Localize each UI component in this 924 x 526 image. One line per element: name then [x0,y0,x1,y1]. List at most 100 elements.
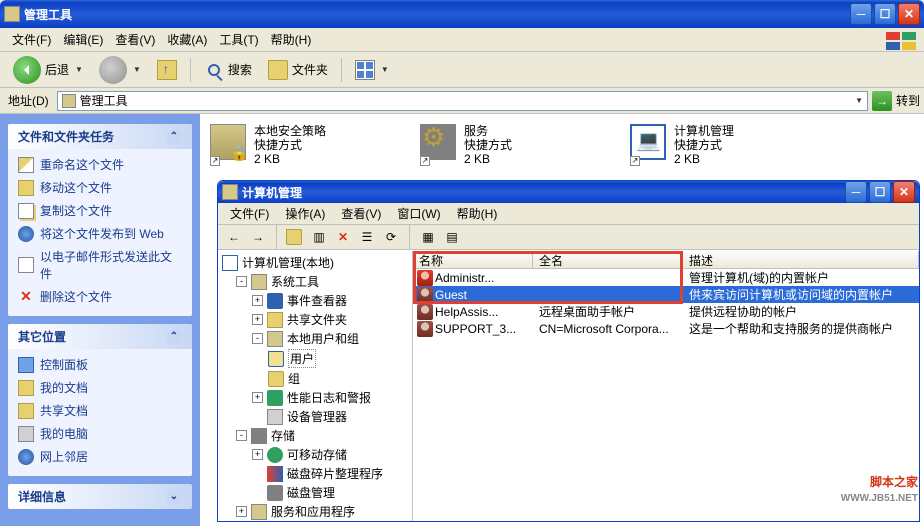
tree-users[interactable]: 用户 [220,348,410,369]
tb-up[interactable] [285,227,305,247]
copy-icon [18,203,34,219]
task-delete[interactable]: ✕删除这个文件 [18,285,182,308]
inner-maximize-button[interactable]: ☐ [869,181,891,203]
col-fullname[interactable]: 全名 [533,251,683,268]
user-row-administrator[interactable]: Administr... 管理计算机(域)的内置帐户 [413,269,919,286]
defrag-icon [267,466,283,482]
menu-edit[interactable]: 编辑(E) [57,29,109,50]
tree-shared-folders[interactable]: +共享文件夹 [220,310,410,329]
tb-show-hide[interactable]: ▥ [309,227,329,247]
computer-icon [222,255,238,271]
computer-icon [18,426,34,442]
search-button[interactable]: 搜索 [197,56,259,84]
folders-button[interactable]: 文件夹 [261,56,335,84]
user-row-guest[interactable]: Guest 供来宾访问计算机或访问域的内置帐户 [413,286,919,303]
expand-icon[interactable]: + [252,449,263,460]
inner-minimize-button[interactable]: ─ [845,181,867,203]
col-description[interactable]: 描述 [683,251,919,268]
tree-performance[interactable]: +性能日志和警报 [220,388,410,407]
maximize-button[interactable]: ☐ [874,3,896,25]
address-input[interactable]: 管理工具 ▼ [57,91,868,111]
tree-system-tools[interactable]: -系统工具 [220,272,410,291]
menu-view[interactable]: 查看(V) [109,29,161,50]
menu-favorites[interactable]: 收藏(A) [161,29,213,50]
inner-menu-window[interactable]: 窗口(W) [389,203,448,224]
tree-device-manager[interactable]: 设备管理器 [220,407,410,426]
place-control-panel[interactable]: 控制面板 [18,353,182,376]
tree-disk-mgmt[interactable]: 磁盘管理 [220,483,410,502]
go-button[interactable]: → [872,91,892,111]
inner-menu-help[interactable]: 帮助(H) [449,203,506,224]
back-button[interactable]: 后退▼ [6,56,90,84]
tb-delete[interactable]: ✕ [333,227,353,247]
expand-icon[interactable]: + [236,506,247,517]
device-icon [267,409,283,425]
tree-services-apps[interactable]: +服务和应用程序 [220,502,410,521]
computer-management-window: 计算机管理 ─ ☐ ✕ 文件(F) 操作(A) 查看(V) 窗口(W) 帮助(H… [217,180,920,522]
chevron-down-icon[interactable]: ▼ [855,96,863,105]
expand-icon[interactable]: + [252,314,263,325]
tree-event-viewer[interactable]: +事件查看器 [220,291,410,310]
tree-removable[interactable]: +可移动存储 [220,445,410,464]
chevron-down-icon: ▼ [381,65,389,74]
network-icon [18,449,34,465]
task-move[interactable]: 移动这个文件 [18,176,182,199]
inner-menu-action[interactable]: 操作(A) [277,203,333,224]
task-copy[interactable]: 复制这个文件 [18,199,182,222]
go-label: 转到 [896,92,920,109]
close-button[interactable]: ✕ [898,3,920,25]
inner-menu-view[interactable]: 查看(V) [333,203,389,224]
tb-forward[interactable]: → [248,227,268,247]
chevron-up-icon: ⌃ [166,329,182,345]
tree-root[interactable]: 计算机管理(本地) [220,253,410,272]
task-email[interactable]: 以电子邮件形式发送此文件 [18,245,182,285]
user-row-support[interactable]: SUPPORT_3... CN=Microsoft Corpora... 这是一… [413,320,919,337]
globe-icon [18,226,34,242]
watermark: 脚本之家 WWW.JB51.NET [841,474,918,506]
place-my-documents[interactable]: 我的文档 [18,376,182,399]
collapse-icon[interactable]: - [236,430,247,441]
task-publish-web[interactable]: 将这个文件发布到 Web [18,222,182,245]
inner-menu-file[interactable]: 文件(F) [222,203,277,224]
col-name[interactable]: 名称 [413,251,533,268]
tb-properties[interactable]: ☰ [357,227,377,247]
inner-menubar: 文件(F) 操作(A) 查看(V) 窗口(W) 帮助(H) [218,203,919,225]
user-row-helpassistant[interactable]: HelpAssis... 远程桌面助手帐户 提供远程协助的帐户 [413,303,919,320]
menu-file[interactable]: 文件(F) [6,29,57,50]
item-services[interactable]: ↗ 服务快捷方式2 KB [420,124,590,166]
collapse-icon[interactable]: - [236,276,247,287]
place-shared-docs[interactable]: 共享文档 [18,399,182,422]
file-tasks-header[interactable]: 文件和文件夹任务⌃ [8,124,192,149]
tree-defrag[interactable]: 磁盘碎片整理程序 [220,464,410,483]
forward-button[interactable]: ▼ [92,56,148,84]
item-local-security-policy[interactable]: ↗ 本地安全策略快捷方式2 KB [210,124,380,166]
task-rename[interactable]: 重命名这个文件 [18,153,182,176]
menu-tools[interactable]: 工具(T) [213,29,264,50]
tb-export[interactable]: ▦ [418,227,438,247]
tb-back[interactable]: ← [224,227,244,247]
tree-local-users-groups[interactable]: -本地用户和组 [220,329,410,348]
menu-help[interactable]: 帮助(H) [265,29,318,50]
up-button[interactable] [150,56,184,84]
tb-help[interactable]: ▤ [442,227,462,247]
collapse-icon[interactable]: - [252,333,263,344]
tree-groups[interactable]: 组 [220,369,410,388]
windows-flag-icon [884,30,920,50]
place-my-computer[interactable]: 我的电脑 [18,422,182,445]
tree-storage[interactable]: -存储 [220,426,410,445]
tools-icon [251,274,267,290]
user-icon [417,321,433,337]
place-network[interactable]: 网上邻居 [18,445,182,468]
views-button[interactable]: ▼ [348,56,396,84]
expand-icon[interactable]: + [252,295,263,306]
item-computer-management[interactable]: ↗ 计算机管理快捷方式2 KB [630,124,800,166]
expand-icon[interactable]: + [252,392,263,403]
tb-refresh[interactable]: ⟳ [381,227,401,247]
tree-pane[interactable]: 计算机管理(本地) -系统工具 +事件查看器 +共享文件夹 -本地用户和组 用户… [218,251,413,522]
other-places-header[interactable]: 其它位置⌃ [8,324,192,349]
up-folder-icon [286,229,302,245]
folder-icon [268,351,284,367]
inner-close-button[interactable]: ✕ [893,181,915,203]
minimize-button[interactable]: ─ [850,3,872,25]
details-header[interactable]: 详细信息⌄ [8,484,192,509]
